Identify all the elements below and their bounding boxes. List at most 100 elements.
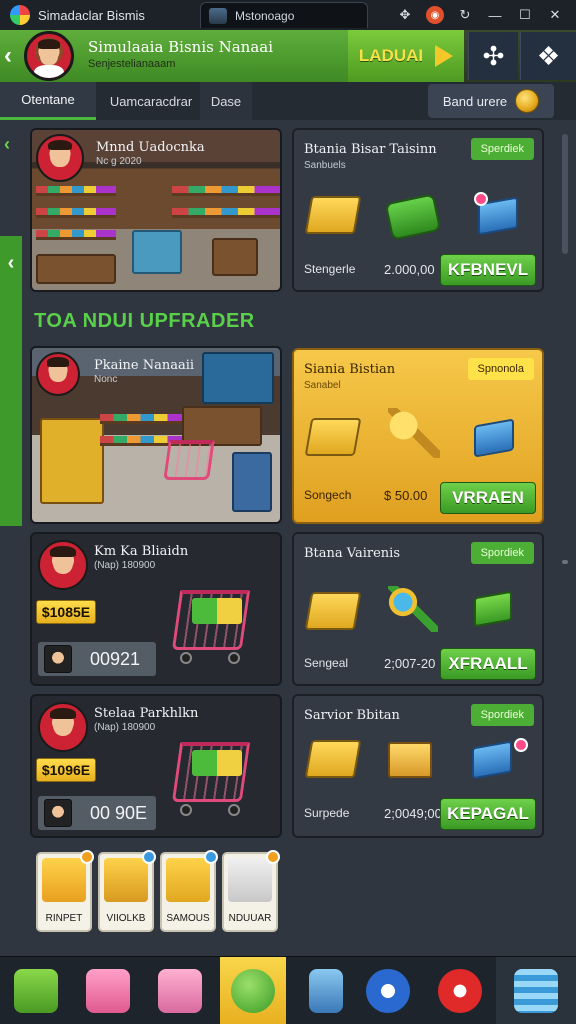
- upgrade-title: Btania Bisar Taisinn: [304, 142, 437, 157]
- category-tile[interactable]: RINPET: [36, 850, 94, 932]
- pet-shop-icon[interactable]: ❖: [520, 32, 576, 80]
- tab-base[interactable]: Dase: [200, 82, 252, 120]
- nav-tool[interactable]: [352, 957, 424, 1024]
- category-label: SAMOUS: [166, 913, 210, 924]
- coin-icon: [515, 89, 540, 113]
- upgrade-card-featured[interactable]: Siania Bistian Sanabel Spnonola Songech …: [292, 348, 544, 524]
- store-card[interactable]: Km Ka Bliaidn (Nap) 180900 $1085E 00921: [30, 532, 282, 686]
- app-title-area: Simadaclar Bismis: [0, 5, 200, 25]
- blue-box-icon: [474, 418, 514, 458]
- app-logo-icon: [10, 5, 30, 25]
- category-label: NDUUAR: [228, 913, 272, 924]
- store-name: Pkaine Nanaaii: [94, 358, 195, 373]
- collapse-chevron-icon[interactable]: ‹: [4, 134, 10, 155]
- tab-overview[interactable]: Otentane: [0, 82, 96, 120]
- tab-characters[interactable]: Uamcaracdrar: [96, 82, 206, 120]
- price-value: $1096E: [41, 762, 91, 778]
- game-header: ‹ Simulaaia Bisnis Nanaai Senjestelianaa…: [0, 30, 576, 82]
- pink-gift-icon: [86, 969, 130, 1013]
- window-controls: ✥ ◉ ↻ — ☐ ✕: [396, 0, 576, 30]
- store-meta: (Nap) 180900: [94, 722, 156, 733]
- header-title: Simulaaia Bisnis Nanaai: [88, 38, 274, 56]
- drawer-chevron-icon: ‹: [7, 252, 15, 274]
- upgrade-action-button[interactable]: XFRAALL: [440, 648, 536, 680]
- robot-tool-icon[interactable]: ✣: [468, 32, 518, 80]
- side-drawer-handle[interactable]: ‹: [0, 236, 22, 526]
- record-icon[interactable]: ◉: [426, 6, 444, 24]
- new-marker-icon: [474, 192, 488, 206]
- close-icon[interactable]: ✕: [546, 6, 564, 24]
- special-badge: Spordiek: [470, 704, 534, 726]
- window-tab[interactable]: Mstonoago: [200, 2, 368, 28]
- gift-box-icon: [14, 969, 58, 1013]
- maximize-icon[interactable]: ☐: [516, 6, 534, 24]
- stat-value: 00 90E: [90, 802, 148, 823]
- cash-register-icon: [166, 858, 210, 902]
- upgrade-title: Siania Bistian: [304, 362, 396, 377]
- tab-thumbnail-icon: [209, 7, 227, 24]
- app-title: Simadaclar Bismis: [38, 7, 145, 23]
- upgrade-card[interactable]: Btania Bisar Taisinn Sanbuels Sperdiek S…: [292, 128, 544, 292]
- scrollbar-thumb[interactable]: [562, 134, 568, 254]
- nav-pink-gift[interactable]: [72, 957, 144, 1024]
- cart-goods: [192, 598, 242, 624]
- category-tile[interactable]: VIIOLKB: [98, 850, 156, 932]
- upgrade-title: Sarvior Bbitan: [304, 708, 400, 723]
- nav-gift[interactable]: [0, 957, 72, 1024]
- button-label: XFRAALL: [448, 654, 528, 673]
- upgrade-card[interactable]: Btana Vairenis Spordiek Sengeal 2;007-20…: [292, 532, 544, 686]
- special-badge: Spnonola: [467, 358, 534, 380]
- refresh-icon[interactable]: ↻: [456, 6, 474, 24]
- back-chevron-icon[interactable]: ‹: [4, 42, 22, 70]
- staff-icon: [44, 799, 72, 827]
- nav-tv[interactable]: [424, 957, 496, 1024]
- upgrade-label: Sengeal: [304, 656, 349, 670]
- special-badge: Spordiek: [470, 542, 534, 564]
- category-tile[interactable]: SAMOUS: [160, 850, 218, 932]
- store-stat: 00 90E: [38, 796, 156, 830]
- list-icon: [514, 969, 558, 1013]
- price-value: $1085E: [41, 604, 91, 620]
- store-card[interactable]: Mnnd Uadocnka Nc g 2020: [30, 128, 282, 292]
- gamepad-icon[interactable]: ✥: [396, 6, 414, 24]
- upgrade-action-button[interactable]: KEPAGAL: [440, 798, 536, 830]
- store-card[interactable]: Stelaa Parkhlkn (Nap) 180900 $1096E 00 9…: [30, 694, 282, 838]
- display-shelf-icon: [228, 858, 272, 902]
- package-icon: [388, 742, 432, 778]
- button-label: VRRAEN: [452, 488, 524, 507]
- play-arrow-icon: [435, 45, 454, 67]
- minimize-icon[interactable]: —: [486, 6, 504, 24]
- gold-crate-icon: [304, 740, 362, 778]
- upgrade-card[interactable]: Sarvior Bbitan Spordiek Surpede 2;0049;0…: [292, 694, 544, 838]
- market-stall-icon: [42, 858, 86, 902]
- store-card[interactable]: Pkaine Nanaaii Nonc: [30, 346, 282, 524]
- tool-icon: [366, 969, 410, 1013]
- special-badge: Sperdiek: [470, 138, 534, 160]
- cash-bundle-icon: [384, 193, 442, 241]
- category-tile[interactable]: NDUUAR: [222, 850, 280, 932]
- bank-button[interactable]: Band urere: [428, 84, 554, 118]
- store-manager-avatar: [36, 352, 80, 396]
- chat-icon: [231, 969, 275, 1013]
- store-meta: Nc g 2020: [96, 156, 142, 167]
- lead-button[interactable]: LADUAI: [348, 30, 464, 82]
- nav-menu[interactable]: [496, 957, 576, 1024]
- upgrade-label: Songech: [304, 488, 352, 502]
- upgrade-action-button[interactable]: VRRAEN: [440, 482, 536, 514]
- gold-crate-icon: [304, 418, 362, 456]
- new-marker-icon: [514, 738, 528, 752]
- tab-label: Dase: [210, 93, 242, 109]
- nav-toys[interactable]: [144, 957, 216, 1024]
- notification-dot-icon: [266, 850, 280, 864]
- upgrade-price: 2;0049;00: [384, 806, 442, 821]
- upgrade-subtitle: Sanabel: [304, 380, 341, 391]
- player-avatar[interactable]: [24, 31, 74, 81]
- nav-chat[interactable]: [220, 957, 286, 1024]
- bottom-navigation: [0, 956, 576, 1024]
- category-label: VIIOLKB: [106, 913, 146, 924]
- store-manager-avatar: [38, 540, 88, 590]
- upgrade-action-button[interactable]: KFBNEVL: [440, 254, 536, 286]
- toy-box-icon: [158, 969, 202, 1013]
- blue-box-icon: [472, 740, 512, 780]
- store-meta: Nonc: [94, 374, 118, 385]
